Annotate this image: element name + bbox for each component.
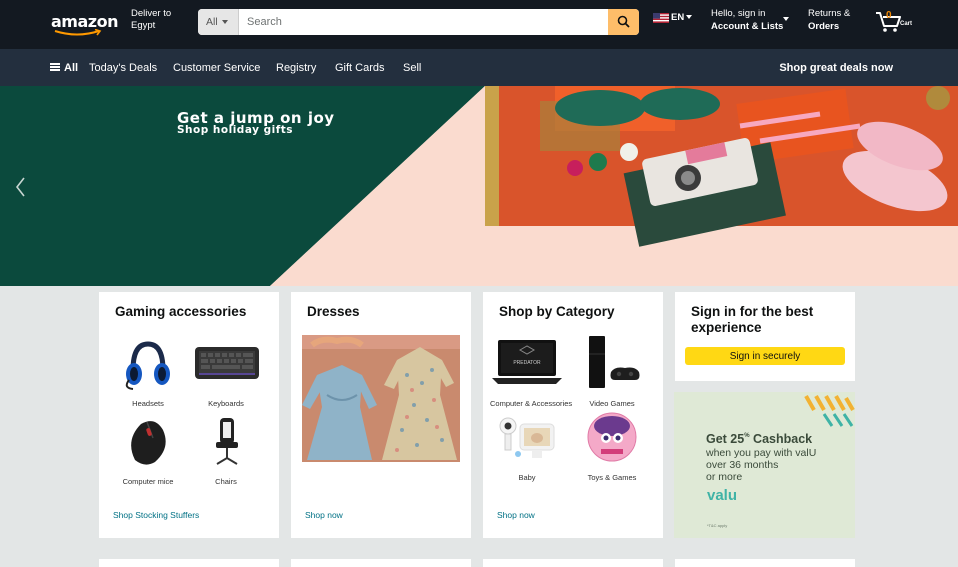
cart-count: 0 — [886, 10, 892, 21]
laptop-image: PREDATOR — [492, 340, 562, 384]
tile-label: Toys & Games — [587, 473, 637, 482]
gaming-shop-link[interactable]: Shop Stocking Stuffers — [113, 510, 199, 520]
hero-background — [0, 86, 958, 286]
valu-logo: valu — [707, 487, 738, 504]
tile-video-games[interactable]: Video Games — [575, 334, 649, 408]
account-greeting: Hello, sign in — [711, 8, 766, 19]
nav-gift-cards[interactable]: Gift Cards — [335, 62, 385, 74]
all-menu-label: All — [64, 62, 79, 74]
valu-ad[interactable]: Get 25% Cashback when you pay with valU … — [674, 392, 855, 538]
headset-image — [125, 341, 170, 390]
category-shop-link[interactable]: Shop now — [497, 510, 535, 520]
valu-headline-rest: Cashback — [753, 432, 813, 446]
deliver-location: Egypt — [131, 20, 156, 31]
nav-promo-link[interactable]: Shop great deals now — [779, 62, 893, 74]
nav-customer-service[interactable]: Customer Service — [173, 62, 260, 74]
card-peek — [675, 559, 855, 567]
orders-label: Orders — [808, 21, 840, 32]
nav-todays-deals[interactable]: Today's Deals — [89, 62, 157, 74]
card-peek — [483, 559, 663, 567]
valu-line-3: or more — [706, 471, 743, 483]
tile-label: Chairs — [215, 477, 237, 486]
language-label: EN — [671, 12, 685, 23]
caret-down-icon — [686, 15, 693, 19]
language-selector[interactable]: EN — [671, 12, 693, 23]
nav-registry[interactable]: Registry — [276, 62, 316, 74]
card-peek — [291, 559, 471, 567]
chevron-left-icon[interactable] — [10, 172, 30, 202]
search-category-dropdown[interactable]: All — [198, 9, 239, 35]
deliver-label: Deliver to — [131, 8, 172, 19]
dresses-shop-link[interactable]: Shop now — [305, 510, 343, 520]
chair-image — [216, 418, 238, 465]
hamburger-icon — [50, 63, 60, 71]
valu-headline-main: Get 25 — [706, 432, 745, 446]
caret-down-icon — [221, 20, 228, 24]
hero-subtitle: Shop holiday gifts — [177, 124, 294, 136]
card-gaming-accessories: Gaming accessories Headsets Keyboards Co… — [99, 292, 279, 538]
cart-button[interactable]: 0 Cart — [875, 9, 915, 35]
amazon-logo[interactable]: amazon — [51, 12, 118, 36]
search-icon — [617, 15, 630, 28]
tile-computer-accessories[interactable]: PREDATOR Computer & Accessories — [490, 334, 573, 408]
tile-label: Headsets — [132, 399, 164, 408]
search-bar: All — [198, 9, 639, 35]
account-lists[interactable]: Hello, sign in Account & Lists — [711, 7, 783, 33]
valu-line-2: over 36 months — [706, 459, 779, 471]
tile-label: Keyboards — [208, 399, 244, 408]
baby-monitor-image — [499, 417, 555, 458]
tile-toys-games[interactable]: Toys & Games — [575, 408, 649, 482]
us-flag-icon[interactable] — [653, 13, 669, 23]
returns-orders[interactable]: Returns & Orders — [808, 7, 850, 33]
tile-keyboards[interactable]: Keyboards — [189, 334, 263, 408]
tile-baby[interactable]: Baby — [490, 408, 564, 482]
hero-banner[interactable]: Get a jump on joy Shop holiday gifts — [0, 86, 958, 286]
lol-ball-image — [587, 412, 637, 462]
cart-label: Cart — [900, 21, 913, 27]
valu-line-1: when you pay with valU — [706, 447, 817, 459]
smile-arrow-icon — [54, 29, 102, 36]
tile-label: Computer & Accessories — [490, 399, 573, 408]
signin-title: Sign in for the best experience — [691, 304, 814, 335]
mouse-image — [131, 421, 166, 465]
main-navbar: All Today's Deals Customer Service Regis… — [0, 49, 958, 86]
nav-sell[interactable]: Sell — [403, 62, 421, 74]
card-title: Gaming accessories — [115, 304, 247, 319]
console-image — [589, 336, 640, 388]
tile-label: Video Games — [589, 399, 635, 408]
signin-button[interactable]: Sign in securely — [685, 347, 845, 365]
search-category-label: All — [206, 16, 218, 28]
valu-note: *T&C apply — [707, 523, 728, 528]
dresses-image[interactable] — [302, 335, 460, 462]
card-signin: Sign in for the best experience Sign in … — [675, 292, 855, 381]
tile-headsets[interactable]: Headsets — [111, 334, 185, 408]
valu-headline: Get 25% Cashback — [706, 432, 812, 446]
top-navbar: amazon Deliver to Egypt All EN He — [0, 0, 958, 49]
tile-computer-mice[interactable]: Computer mice — [111, 412, 185, 486]
keyboard-image — [195, 347, 259, 379]
tile-label: Baby — [518, 473, 536, 482]
card-title: Dresses — [307, 304, 360, 319]
account-label: Account & Lists — [711, 21, 784, 32]
tile-chairs[interactable]: Chairs — [189, 412, 263, 486]
valu-headline-sup: % — [744, 433, 750, 439]
search-button[interactable] — [608, 9, 639, 35]
laptop-brand-text: PREDATOR — [513, 360, 541, 366]
card-title: Shop by Category — [499, 304, 615, 319]
deliver-to[interactable]: Deliver to Egypt — [131, 8, 171, 32]
tile-label: Computer mice — [122, 477, 174, 486]
card-dresses: Dresses Shop now — [291, 292, 471, 538]
card-peek — [99, 559, 279, 567]
chevron-down-icon[interactable] — [783, 17, 789, 21]
all-menu-button[interactable]: All — [50, 62, 78, 74]
card-shop-by-category: Shop by Category PREDATOR Computer & Acc… — [483, 292, 663, 538]
search-input[interactable] — [239, 9, 608, 35]
returns-label: Returns & — [808, 8, 851, 19]
